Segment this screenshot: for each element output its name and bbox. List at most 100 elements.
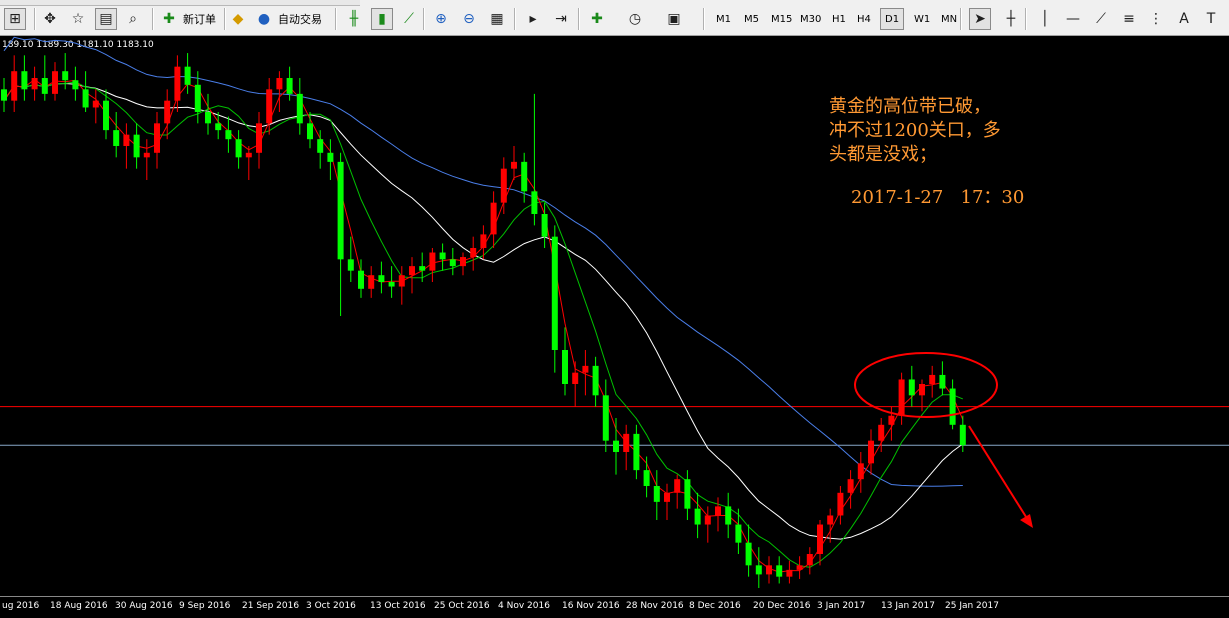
- ma-white-line: [3, 82, 964, 540]
- text-label-icon[interactable]: T: [1200, 8, 1222, 30]
- candle-body: [715, 506, 721, 516]
- timeframe-h1[interactable]: H1: [828, 8, 850, 30]
- new-order-button[interactable]: 新订单: [180, 8, 219, 30]
- periodicity-icon[interactable]: ◷: [624, 8, 646, 30]
- x-axis-date-label: 28 Nov 2016: [626, 601, 684, 611]
- indicators-icon[interactable]: ✚: [586, 8, 608, 30]
- candle-body: [41, 78, 48, 94]
- candle-body: [337, 161, 344, 260]
- chart-shift-icon[interactable]: ⇥: [550, 8, 572, 30]
- toolbar-separator: [34, 8, 36, 30]
- candle-body: [480, 234, 487, 248]
- toolbar: ⊞ ✥ ☆ ▤ ⌕ ✚ ◆ ● ╫ ▮ ⟋ ⊕ ⊖ ▦ ▸ ⇥ ✚ ◷ ▣ ➤ ┼ │ — ⟋ ≡ ⋮ A T 新订单 自动交易 M1 M5 M…: [0, 0, 1229, 36]
- candle-body: [164, 100, 171, 124]
- candle-body: [92, 100, 99, 108]
- bar-chart-icon[interactable]: ╫: [343, 8, 365, 30]
- timeframe-d1[interactable]: D1: [880, 8, 905, 30]
- time-axis: ug 2016 18 Aug 2016 30 Aug 2016 9 Sep 2016 2…: [0, 596, 1229, 618]
- annotation-line-1: 黄金的高位带已破，: [829, 96, 991, 117]
- candle-body: [725, 506, 732, 525]
- x-axis-date-label: 20 Dec 2016: [753, 601, 811, 611]
- cursor-icon[interactable]: ➤: [969, 8, 991, 30]
- candle-body: [103, 100, 109, 131]
- timeframe-m15[interactable]: M15: [767, 8, 796, 30]
- timeframe-m5[interactable]: M5: [740, 8, 763, 30]
- candle-body: [215, 123, 222, 131]
- timeframe-mn[interactable]: MN: [937, 8, 961, 30]
- vertical-line-icon[interactable]: │: [1034, 8, 1056, 30]
- candle-body: [755, 565, 762, 575]
- candle-body: [837, 492, 844, 516]
- candle-body: [327, 152, 334, 162]
- timeframe-w1[interactable]: W1: [910, 8, 934, 30]
- candle-body: [419, 266, 426, 271]
- navigator-icon[interactable]: ⌕: [122, 8, 144, 30]
- candle-body: [194, 84, 201, 112]
- candle-body: [613, 440, 619, 452]
- x-axis-date-label: 18 Aug 2016: [50, 601, 108, 611]
- market-watch-icon[interactable]: ☆: [67, 8, 89, 30]
- candle-body: [82, 89, 89, 108]
- trendline-icon[interactable]: ⟋: [1090, 8, 1112, 30]
- candle-body: [511, 161, 517, 169]
- x-axis-date-label: 3 Oct 2016: [306, 601, 356, 611]
- candle-body: [562, 350, 568, 384]
- text-icon[interactable]: A: [1173, 8, 1195, 30]
- timeframe-m30[interactable]: M30: [796, 8, 825, 30]
- x-axis-date-label: 30 Aug 2016: [115, 601, 173, 611]
- x-axis-date-label: 16 Nov 2016: [562, 601, 620, 611]
- candle-body: [256, 123, 262, 153]
- candle-body: [551, 236, 558, 350]
- candle-body: [358, 270, 364, 289]
- crosshair-icon[interactable]: ┼: [1000, 8, 1022, 30]
- candle-body: [888, 415, 895, 425]
- auto-scroll-icon[interactable]: ▸: [522, 8, 544, 30]
- profiles-icon[interactable]: ✥: [39, 8, 61, 30]
- new-order-icon[interactable]: ✚: [158, 8, 180, 30]
- fibonacci-icon[interactable]: ⋮: [1145, 8, 1167, 30]
- candlesticks-icon[interactable]: ▮: [371, 8, 393, 30]
- candle-body: [133, 134, 140, 158]
- candle-body: [500, 168, 507, 203]
- candle-body: [21, 71, 28, 90]
- toolbar-separator: [152, 8, 154, 30]
- data-window-icon[interactable]: ▤: [95, 8, 117, 30]
- candle-body: [31, 78, 38, 90]
- candle-body: [11, 71, 18, 101]
- zoom-in-icon[interactable]: ⊕: [430, 8, 452, 30]
- candle-body: [633, 433, 640, 471]
- tile-windows-icon[interactable]: ▦: [486, 8, 508, 30]
- timeframe-h4[interactable]: H4: [853, 8, 875, 30]
- candle-body: [694, 508, 701, 525]
- x-axis-date-label: 25 Jan 2017: [945, 601, 999, 611]
- candle-body: [470, 248, 477, 258]
- zoom-out-icon[interactable]: ⊖: [458, 8, 480, 30]
- highlight-ellipse: [854, 352, 998, 418]
- candle-body: [949, 388, 956, 425]
- timeframe-m1[interactable]: M1: [712, 8, 735, 30]
- candle-body: [245, 152, 252, 158]
- candle-body: [184, 66, 191, 85]
- candle-body: [72, 80, 79, 90]
- candle-body: [62, 71, 69, 81]
- x-axis-date-label: 13 Oct 2016: [370, 601, 426, 611]
- equidistant-channel-icon[interactable]: ≡: [1118, 8, 1140, 30]
- horizontal-line-icon[interactable]: —: [1062, 8, 1084, 30]
- candle-body: [398, 275, 405, 287]
- candle-body: [174, 66, 181, 101]
- price-chart[interactable]: [0, 36, 1229, 596]
- auto-trading-button[interactable]: 自动交易: [275, 8, 325, 30]
- auto-trading-icon[interactable]: ●: [253, 8, 275, 30]
- candle-body: [460, 257, 466, 267]
- x-axis-date-label: 4 Nov 2016: [498, 601, 550, 611]
- annotation-line-2: 冲不过1200关口，多: [829, 120, 1001, 141]
- metaeditor-icon[interactable]: ◆: [227, 8, 249, 30]
- candle-body: [296, 93, 303, 124]
- ma-blue-line: [3, 36, 963, 487]
- templates-icon[interactable]: ▣: [663, 8, 685, 30]
- line-chart-icon[interactable]: ⟋: [398, 8, 420, 30]
- candle-body: [388, 282, 395, 287]
- candle-body: [205, 112, 211, 124]
- new-chart-icon[interactable]: ⊞: [4, 8, 26, 30]
- annotation-line-3: 头都是没戏；: [829, 144, 937, 165]
